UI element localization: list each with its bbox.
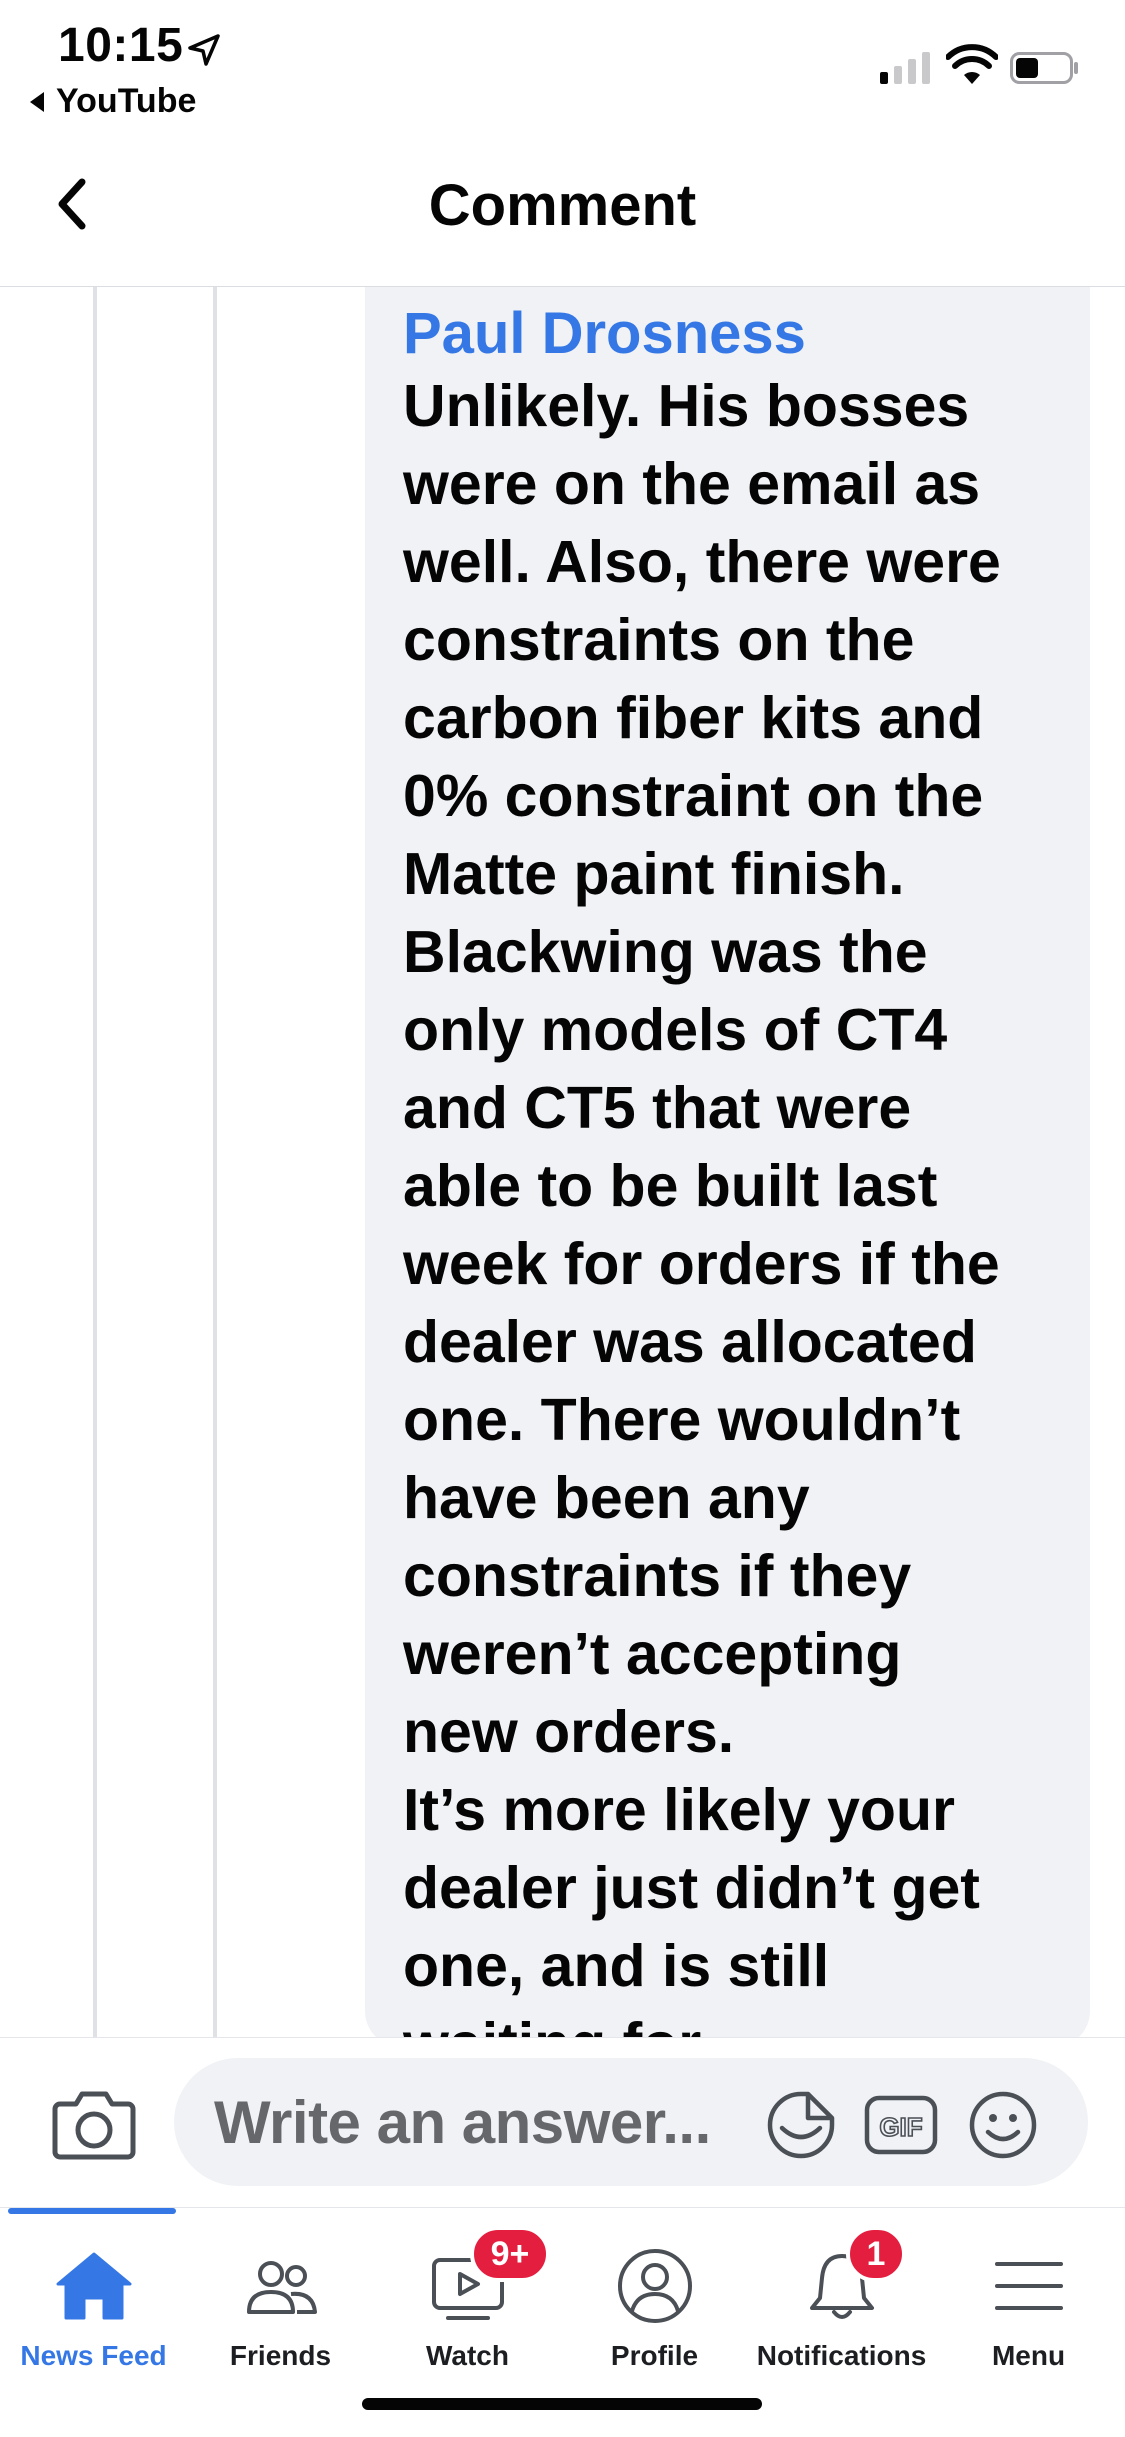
tab-label: News Feed	[20, 2340, 167, 2371]
thread-line	[213, 287, 217, 2037]
comment-text: Unlikely. His bosses were on the email a…	[403, 373, 1001, 2037]
status-bar: 10:15 YouTube	[0, 0, 1125, 130]
home-indicator	[362, 2398, 762, 2410]
page-title: Comment	[428, 173, 697, 238]
battery-icon	[1010, 52, 1078, 84]
tab-notifications[interactable]: 1 Notifications	[748, 2226, 935, 2378]
tab-profile[interactable]: Profile	[561, 2228, 748, 2378]
back-to-app-link[interactable]: YouTube	[30, 82, 196, 121]
notifications-badge: 1	[846, 2226, 906, 2282]
svg-text:GIF: GIF	[879, 2112, 922, 2142]
home-icon	[56, 2252, 131, 2320]
camera-icon	[52, 2091, 136, 2160]
wifi-icon	[946, 44, 998, 84]
reply-composer: Write an answer... GIF	[0, 2037, 1125, 2208]
tab-friends[interactable]: Friends	[187, 2228, 374, 2378]
tab-menu[interactable]: Menu	[935, 2228, 1122, 2378]
comment-author[interactable]: Paul Drosness	[403, 301, 1054, 367]
thread-line	[93, 287, 97, 2037]
answer-placeholder: Write an answer...	[214, 2089, 711, 2156]
tab-label: Profile	[610, 2340, 699, 2371]
back-triangle-icon	[30, 91, 44, 112]
status-time: 10:15	[58, 19, 184, 72]
comment-bubble: Paul Drosness Unlikely. His bosses were …	[365, 287, 1090, 2037]
active-tab-indicator	[8, 2208, 176, 2214]
cellular-signal-icon	[880, 50, 930, 84]
profile-icon	[617, 2249, 692, 2323]
menu-icon	[994, 2262, 1063, 2310]
location-arrow-icon	[188, 34, 220, 66]
friends-icon	[246, 2261, 317, 2314]
gif-icon[interactable]: GIF	[864, 2092, 938, 2158]
tab-news-feed[interactable]: News Feed	[0, 2228, 187, 2378]
camera-button[interactable]	[52, 2088, 136, 2160]
tab-label: Menu	[991, 2340, 1066, 2371]
emoji-icon[interactable]	[966, 2088, 1040, 2162]
watch-badge: 9+	[470, 2226, 550, 2282]
answer-input[interactable]: Write an answer... GIF	[174, 2058, 1088, 2186]
tab-watch[interactable]: 9+ Watch	[374, 2226, 561, 2378]
comment-thread: Paul Drosness Unlikely. His bosses were …	[0, 287, 1125, 2037]
tab-label: Notifications	[756, 2340, 927, 2371]
sticker-icon[interactable]	[764, 2088, 838, 2162]
header: Comment	[0, 150, 1125, 287]
tab-label: Friends	[229, 2340, 332, 2371]
back-app-label: YouTube	[56, 82, 197, 120]
tab-label: Watch	[426, 2340, 509, 2371]
